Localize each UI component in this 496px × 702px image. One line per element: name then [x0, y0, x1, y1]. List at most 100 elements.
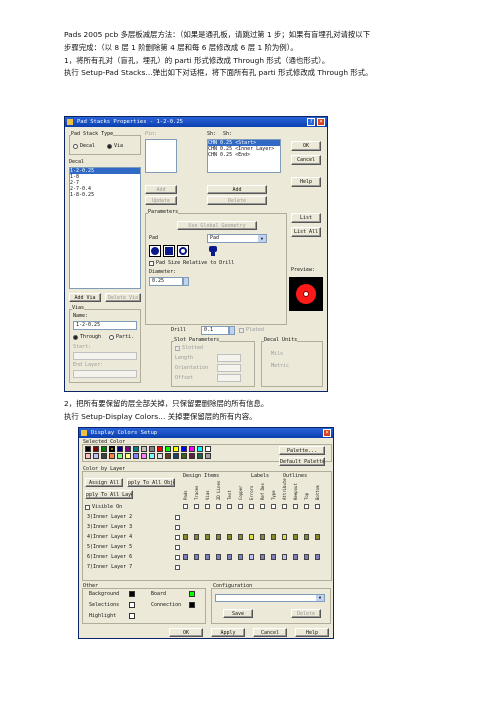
diameter-input[interactable]: 0.25 [149, 277, 183, 286]
palette-swatch[interactable] [101, 453, 107, 459]
layer-color-cell[interactable] [205, 534, 210, 540]
drill-spinner[interactable] [229, 326, 235, 335]
close-icon[interactable]: × [317, 118, 325, 126]
add-shape-button[interactable]: Add [207, 185, 267, 194]
palette-swatch[interactable] [173, 453, 179, 459]
background-swatch[interactable] [129, 591, 135, 597]
square-pad-icon[interactable] [163, 245, 175, 257]
column-visible-checkbox[interactable] [205, 504, 210, 509]
palette-swatch[interactable] [181, 446, 187, 452]
layer-color-cell[interactable] [315, 554, 320, 560]
layer-color-cell[interactable] [183, 534, 188, 540]
drill-input[interactable]: 0.1 [201, 326, 229, 335]
list-all-button[interactable]: List All [291, 227, 321, 237]
layer-color-cell[interactable] [216, 554, 221, 560]
palette-swatch[interactable] [133, 446, 139, 452]
highlight-swatch[interactable] [129, 613, 135, 619]
thermal-pad-icon[interactable] [207, 245, 219, 257]
palette-swatch[interactable] [165, 446, 171, 452]
update-pin-button[interactable]: Update [145, 196, 177, 205]
palette-swatch[interactable] [149, 453, 155, 459]
layer-color-cell[interactable] [260, 534, 265, 540]
layer-color-cell[interactable] [304, 534, 309, 540]
partial-radio[interactable] [109, 335, 114, 340]
annular-pad-icon[interactable] [177, 245, 189, 257]
end-layer-select[interactable] [73, 370, 137, 378]
slotted-checkbox[interactable] [175, 346, 180, 351]
layer-color-cell[interactable] [293, 534, 298, 540]
palette-swatch[interactable] [93, 446, 99, 452]
palette-swatch[interactable] [173, 446, 179, 452]
round-pad-icon[interactable] [149, 245, 161, 257]
column-visible-checkbox[interactable] [271, 504, 276, 509]
help-button[interactable]: Help [291, 177, 321, 187]
layer-color-cell[interactable] [216, 534, 221, 540]
configuration-select[interactable]: ▼ [215, 594, 325, 602]
layer-color-cell[interactable] [271, 534, 276, 540]
layer-color-cell[interactable] [238, 554, 243, 560]
layer-color-cell[interactable] [293, 554, 298, 560]
palette-swatch[interactable] [117, 446, 123, 452]
palette-swatch[interactable] [157, 446, 163, 452]
apply-all-objects-button[interactable]: pply To All Objec [127, 478, 175, 487]
cancel-button[interactable]: Cancel [291, 155, 321, 165]
palette-swatch[interactable] [205, 446, 211, 452]
through-radio[interactable] [73, 335, 78, 340]
palette-swatch[interactable] [125, 453, 131, 459]
palette-swatch[interactable] [141, 446, 147, 452]
help-button[interactable]: Help [295, 628, 329, 637]
ok-button[interactable]: OK [169, 628, 203, 637]
add-pin-button[interactable]: Add [145, 185, 177, 194]
layer-color-cell[interactable] [183, 554, 188, 560]
delete-via-button[interactable]: Delete Via [105, 293, 141, 302]
layer-color-cell[interactable] [315, 534, 320, 540]
layer-visible-checkbox[interactable] [175, 545, 180, 550]
layer-color-cell[interactable] [282, 554, 287, 560]
palette-swatch[interactable] [157, 453, 163, 459]
pin-list[interactable] [145, 139, 177, 173]
selections-swatch[interactable] [129, 602, 135, 608]
close-icon[interactable]: × [323, 429, 331, 437]
palette-swatch[interactable] [205, 453, 211, 459]
board-swatch[interactable] [189, 591, 195, 597]
column-visible-checkbox[interactable] [227, 504, 232, 509]
cancel-button[interactable]: Cancel [253, 628, 287, 637]
palette-swatch[interactable] [109, 453, 115, 459]
layer-color-cell[interactable] [271, 554, 276, 560]
layer-visible-checkbox[interactable] [175, 515, 180, 520]
column-visible-checkbox[interactable] [216, 504, 221, 509]
layer-color-cell[interactable] [238, 534, 243, 540]
decal-radio[interactable] [73, 144, 78, 149]
add-via-button[interactable]: Add Via [69, 293, 101, 302]
palette-swatch[interactable] [85, 453, 91, 459]
layer-color-cell[interactable] [260, 554, 265, 560]
default-palette-button[interactable]: Default Palette [279, 457, 325, 466]
column-visible-checkbox[interactable] [194, 504, 199, 509]
palette-swatch[interactable] [125, 446, 131, 452]
plated-checkbox[interactable] [239, 328, 244, 333]
layer-visible-checkbox[interactable] [175, 535, 180, 540]
palette-swatch[interactable] [117, 453, 123, 459]
palette-swatch[interactable] [101, 446, 107, 452]
layer-color-cell[interactable] [282, 534, 287, 540]
layer-color-cell[interactable] [227, 554, 232, 560]
column-visible-checkbox[interactable] [249, 504, 254, 509]
layer-visible-checkbox[interactable] [175, 555, 180, 560]
palette-swatch[interactable] [189, 446, 195, 452]
help-icon[interactable]: ? [307, 118, 315, 126]
use-global-geometry-button[interactable]: Use Global Geometry [177, 221, 257, 230]
diameter-spinner[interactable] [183, 277, 189, 286]
shape-item-2[interactable]: CHN 0.25 <End> [208, 152, 280, 158]
palette-swatch[interactable] [165, 453, 171, 459]
shape-list[interactable]: CHN 0.25 <Start> CHN 0.25 <Inner Layer> … [207, 139, 281, 173]
orientation-input[interactable] [217, 364, 241, 372]
palette-swatch[interactable] [93, 453, 99, 459]
delete-shape-button[interactable]: Delete [207, 196, 267, 205]
palette-swatch[interactable] [149, 446, 155, 452]
decal-list[interactable]: 1-2-0.25 1-8 2-7 2-7-0.4 1-8-0.25 [69, 167, 141, 289]
layer-color-cell[interactable] [227, 534, 232, 540]
column-visible-checkbox[interactable] [315, 504, 320, 509]
length-input[interactable] [217, 354, 241, 362]
column-visible-checkbox[interactable] [238, 504, 243, 509]
delete-config-button[interactable]: Delete [291, 609, 321, 618]
